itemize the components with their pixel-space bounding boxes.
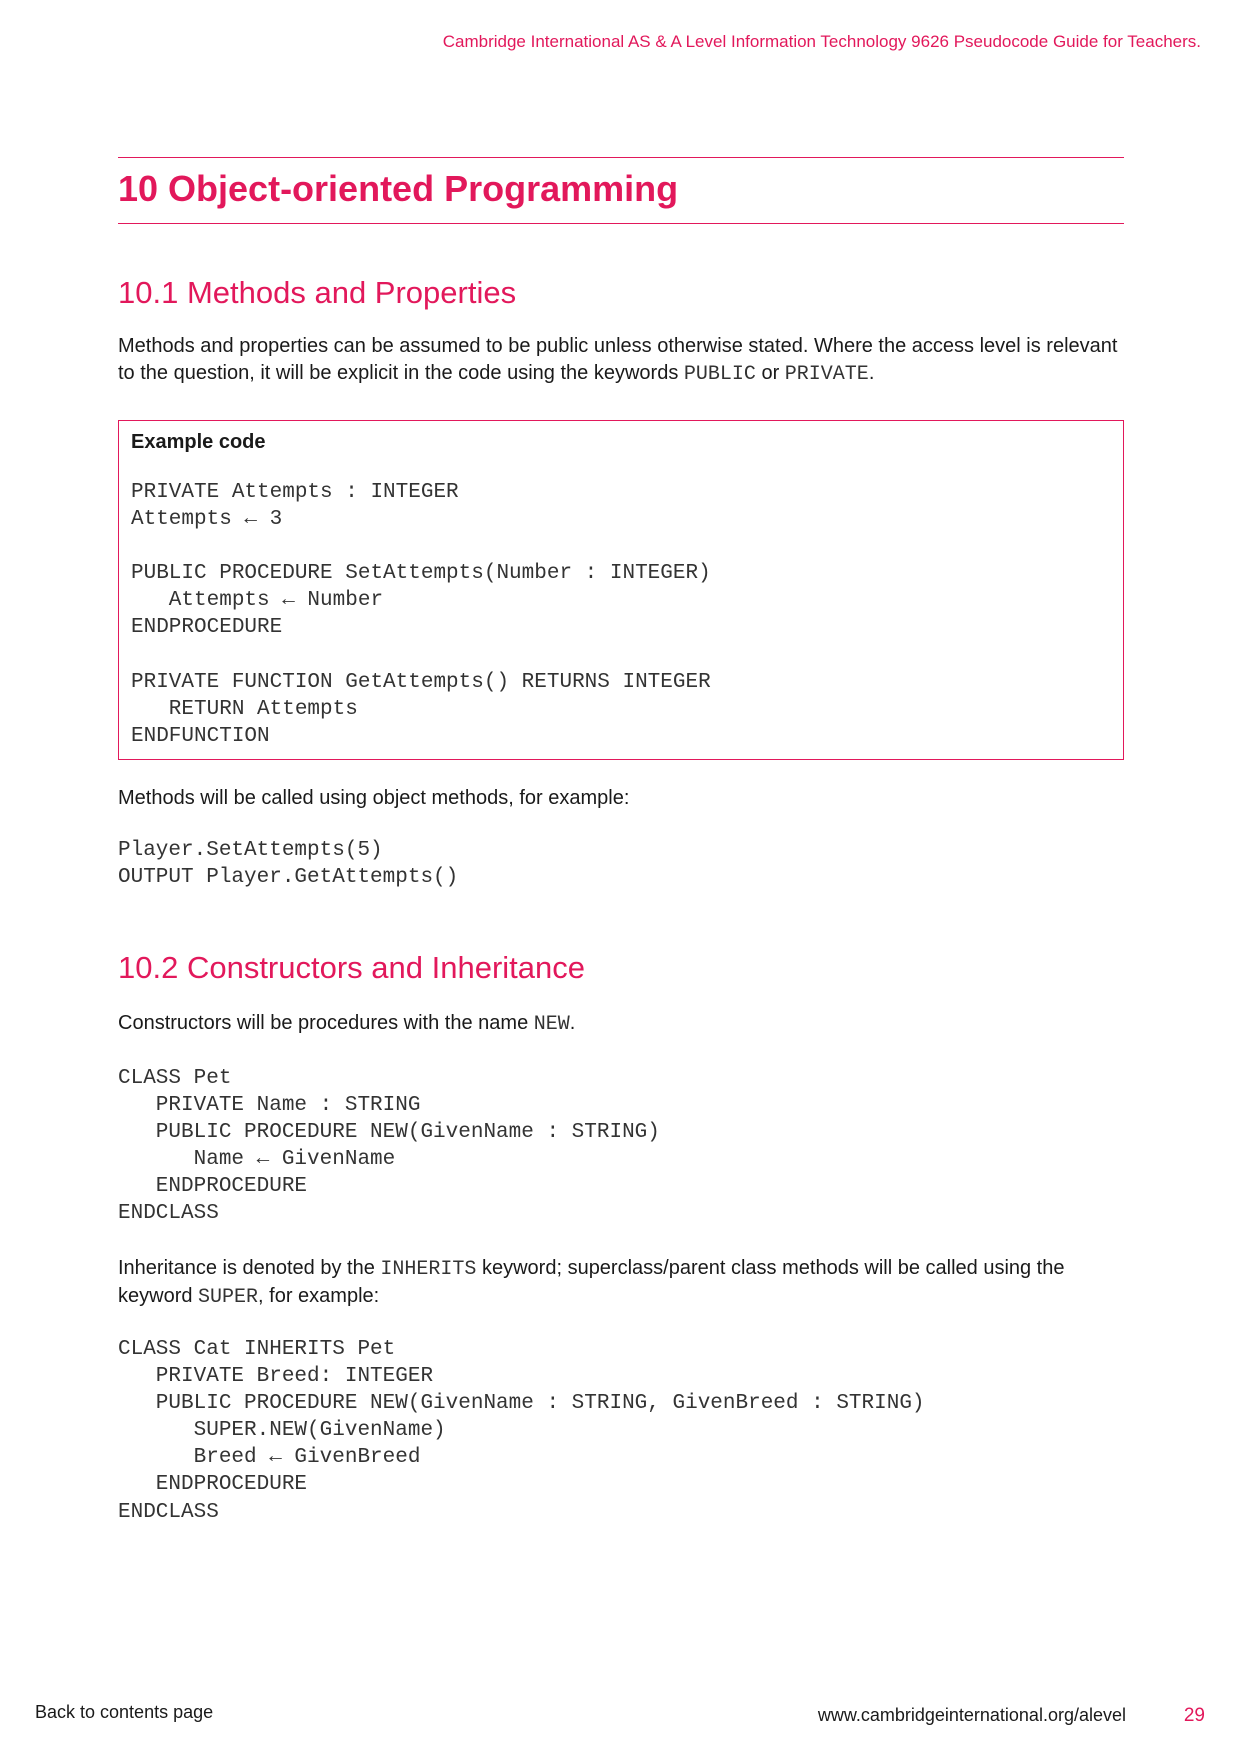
page-number: 29 (1183, 1705, 1205, 1726)
keyword-new: NEW (533, 1013, 570, 1036)
intro-paragraph: Methods and properties can be assumed to… (118, 333, 1124, 388)
intro-or-text: or (755, 362, 785, 384)
chapter-title: 10 Object-oriented Programming (118, 168, 679, 209)
cat-class-code: CLASS Cat INHERITS Pet PRIVATE Breed: IN… (118, 1338, 925, 1524)
chapter-rule-bottom (118, 223, 1124, 224)
inheritance-text-start: Inheritance is denoted by the (118, 1257, 381, 1279)
constructor-text: Constructors will be procedures with the… (118, 1012, 534, 1034)
method-call-code: Player.SetAttempts(5) OUTPUT Player.GetA… (118, 839, 459, 890)
method-call-paragraph: Methods will be called using object meth… (118, 787, 630, 809)
constructor-period: . (569, 1012, 576, 1034)
website-url-link[interactable]: www.cambridgeinternational.org/alevel (818, 1705, 1126, 1726)
section-title-constructors-inheritance: 10.2 Constructors and Inheritance (118, 950, 585, 985)
example-code-title: Example code (131, 431, 266, 453)
running-header: Cambridge International AS & A Level Inf… (442, 32, 1201, 51)
intro-text: Methods and properties can be assumed to… (118, 335, 1118, 384)
back-to-contents-link[interactable]: Back to contents page (35, 1702, 213, 1723)
example-code-block: PRIVATE Attempts : INTEGER Attempts ← 3 … (131, 481, 711, 748)
inheritance-text-end: , for example: (258, 1285, 380, 1307)
example-code-box: Example code PRIVATE Attempts : INTEGER … (118, 420, 1124, 760)
inheritance-paragraph: Inheritance is denoted by the INHERITS k… (118, 1255, 1124, 1311)
keyword-public: PUBLIC (683, 363, 756, 386)
pet-class-code: CLASS Pet PRIVATE Name : STRING PUBLIC P… (118, 1067, 660, 1226)
intro-period: . (868, 362, 875, 384)
keyword-super: SUPER (198, 1286, 259, 1309)
constructor-paragraph: Constructors will be procedures with the… (118, 1010, 1124, 1038)
keyword-inherits: INHERITS (380, 1258, 477, 1281)
chapter-rule-top (118, 157, 1124, 158)
keyword-private: PRIVATE (784, 363, 869, 386)
section-title-methods-properties: 10.1 Methods and Properties (118, 275, 517, 310)
